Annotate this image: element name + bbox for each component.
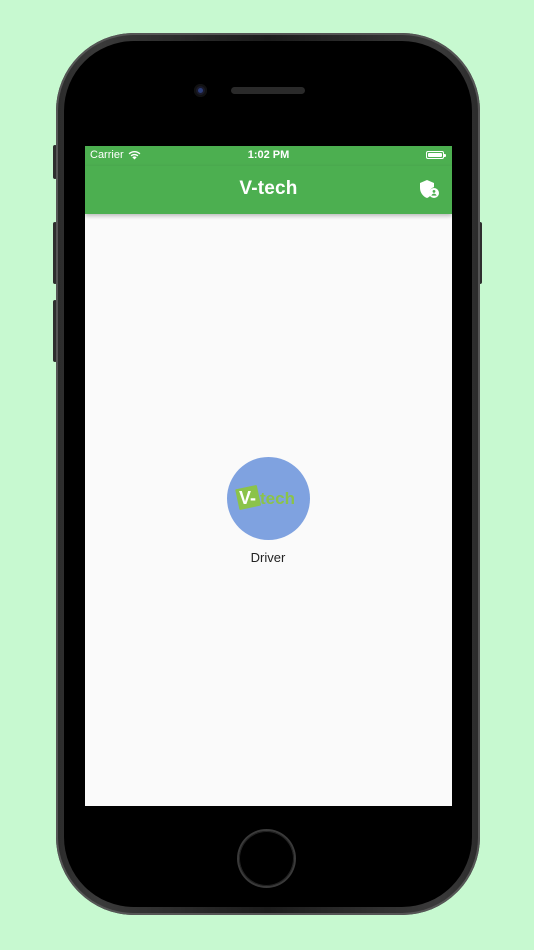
home-button[interactable] (239, 831, 294, 886)
vtech-logo-icon: V- tech (234, 485, 295, 510)
front-camera (194, 84, 207, 97)
app-store-screenshot: Carrier 1:02 PM V-tech V- tech Driver (0, 0, 534, 950)
driver-role-option[interactable]: V- tech Driver (226, 457, 310, 565)
app-screen: Carrier 1:02 PM V-tech V- tech Driver (85, 146, 452, 806)
logo-text-suffix: tech (260, 489, 295, 508)
battery-icon (426, 151, 446, 159)
driver-role-label: Driver (250, 550, 286, 565)
main-content: V- tech Driver (85, 214, 452, 806)
status-time: 1:02 PM (247, 149, 290, 161)
status-bar: Carrier 1:02 PM (85, 146, 452, 166)
earpiece-speaker (231, 87, 305, 94)
logo-text-prefix: V- (239, 488, 256, 508)
driver-avatar[interactable]: V- tech (226, 457, 310, 540)
app-title: V-tech (239, 178, 298, 199)
admin-shield-icon[interactable] (418, 178, 442, 202)
app-bar: V-tech (85, 166, 452, 214)
